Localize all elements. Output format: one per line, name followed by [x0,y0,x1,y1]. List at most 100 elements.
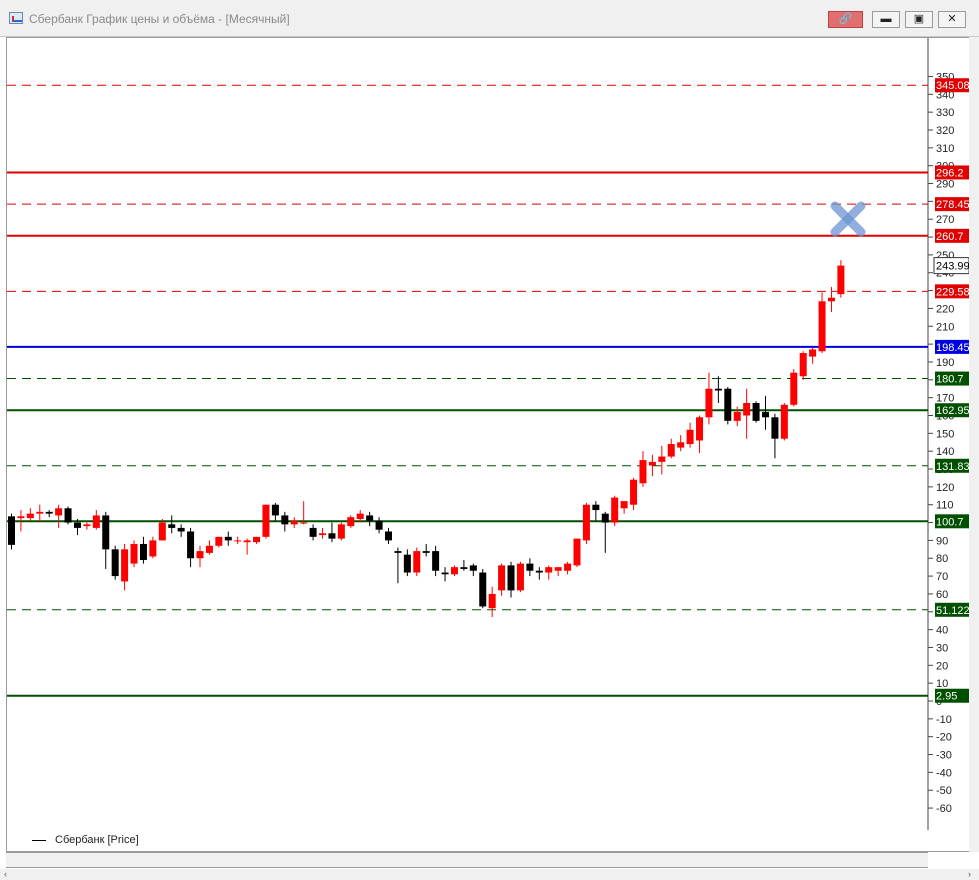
candle-body[interactable] [677,442,685,448]
candle-body[interactable] [564,563,572,571]
candle-body[interactable] [168,524,176,528]
candle-body[interactable] [809,349,817,357]
candle-body[interactable] [187,531,195,559]
candle-body[interactable] [790,372,798,405]
candle-body[interactable] [611,497,619,523]
candle-body[interactable] [64,508,72,523]
candle-body[interactable] [780,404,788,439]
candle-body[interactable] [403,554,411,573]
y-tick-label: 10 [936,678,948,690]
candle-body[interactable] [253,536,261,543]
candle-body[interactable] [639,460,647,484]
candle-body[interactable] [573,538,581,566]
candle-body[interactable] [771,417,779,439]
candle-body[interactable] [554,567,562,571]
candle-body[interactable] [356,513,364,519]
candle-body[interactable] [102,515,110,550]
candle-body[interactable] [498,565,506,591]
candle-body[interactable] [111,549,119,577]
candle-body[interactable] [686,429,694,445]
candle-body[interactable] [827,297,835,302]
candle-body[interactable] [818,301,826,352]
candle-body[interactable] [177,527,185,532]
candle-body[interactable] [696,417,704,441]
candle-body[interactable] [724,388,732,421]
candle-body[interactable] [337,524,345,539]
candle-body[interactable] [762,411,769,418]
candle-body[interactable] [17,516,25,519]
candle-body[interactable] [432,551,440,571]
candle-body[interactable] [375,520,383,530]
candle-body[interactable] [158,522,166,541]
candle-body[interactable] [319,533,327,536]
candle-body[interactable] [450,567,458,575]
candle-body[interactable] [139,543,147,561]
candle-body[interactable] [55,508,63,516]
candle-body[interactable] [394,551,402,553]
candle-body[interactable] [26,513,34,519]
candle-body[interactable] [535,570,543,573]
candle-body[interactable] [837,265,845,295]
horizontal-scrollbar[interactable]: ‹ › [0,869,979,880]
candle-body[interactable] [243,540,251,543]
y-tick-label: -20 [936,732,952,744]
level-label: 180.7 [936,374,964,386]
candle-body[interactable] [121,549,129,582]
candle-body[interactable] [309,527,317,537]
candle-body[interactable] [366,515,374,521]
candle-body[interactable] [601,513,609,523]
candle-body[interactable] [36,511,44,514]
candle-body[interactable] [300,522,308,524]
candle-body[interactable] [469,565,477,571]
candle-body[interactable] [271,504,279,516]
candle-body[interactable] [620,501,628,509]
candle-body[interactable] [328,533,336,539]
scroll-right-icon[interactable]: › [968,869,971,880]
candle-body[interactable] [799,353,807,377]
y-tick-label: 220 [936,303,954,315]
candle-body[interactable] [705,388,713,418]
candle-body[interactable] [743,403,751,416]
candle-body[interactable] [385,531,392,541]
candle-body[interactable] [714,388,722,391]
candle-body[interactable] [422,551,430,553]
candle-body[interactable] [130,543,138,564]
candle-body[interactable] [92,515,100,528]
candle-body[interactable] [149,540,157,557]
candle-body[interactable] [281,515,289,525]
candle-body[interactable] [73,522,81,528]
candle-body[interactable] [658,456,666,462]
candle-body[interactable] [507,565,515,591]
candle-body[interactable] [488,593,496,609]
candle-body[interactable] [582,504,590,541]
candle-body[interactable] [234,540,242,542]
y-tick-label: 330 [936,107,954,119]
candle-body[interactable] [630,479,638,505]
candle-body[interactable] [196,551,204,559]
candle-body[interactable] [648,461,656,466]
candle-body[interactable] [526,563,534,571]
candle-body[interactable] [592,504,600,511]
candle-body[interactable] [83,524,91,527]
candle-body[interactable] [290,520,298,525]
candle-body[interactable] [516,563,524,591]
candle-body[interactable] [262,504,270,537]
candle-body[interactable] [752,403,760,421]
scroll-left-icon[interactable]: ‹ [4,869,7,880]
candle-body[interactable] [667,444,675,457]
candle-body[interactable] [460,567,468,569]
candle-body[interactable] [733,411,741,421]
candle-body[interactable] [347,517,355,527]
candle-body[interactable] [215,536,223,546]
price-chart[interactable]: -60-50-40-30-20-100102030405060708090100… [0,0,979,880]
vertical-scrollbar[interactable] [969,37,979,852]
candle-body[interactable] [479,572,487,607]
candle-body[interactable] [205,545,213,553]
candle-body[interactable] [8,516,15,545]
date-axis-bar [6,852,928,868]
candle-body[interactable] [413,551,421,573]
candle-body[interactable] [224,536,232,541]
candle-body[interactable] [45,511,53,514]
candle-body[interactable] [441,572,449,575]
candle-body[interactable] [545,567,553,573]
